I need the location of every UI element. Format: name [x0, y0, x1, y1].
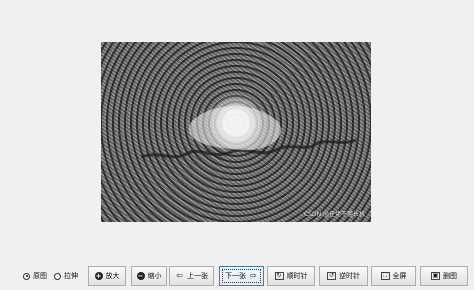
radio-unchecked-icon — [54, 272, 61, 280]
previous-image-button[interactable]: ⇦ 上一张 — [169, 266, 214, 286]
view-mode-original-radio[interactable]: 原图 — [23, 271, 47, 281]
river-overlay — [140, 105, 357, 159]
plus-circle-icon: + — [94, 271, 103, 280]
rotate-clockwise-button[interactable]: ↻ 顺时针 — [267, 266, 315, 286]
view-mode-stretch-label: 拉伸 — [64, 272, 78, 280]
rotate-cw-icon: ↻ — [274, 272, 284, 280]
last-action-button[interactable]: ▣ 删图 — [420, 266, 468, 286]
fullscreen-icon: ⛶ — [380, 272, 390, 280]
next-image-button[interactable]: 下一张 ⇨ — [219, 266, 264, 286]
zoom-in-label: 放大 — [105, 272, 120, 280]
next-image-label: 下一张 — [225, 272, 246, 280]
arrow-left-icon: ⇦ — [176, 271, 183, 280]
radio-checked-icon — [23, 272, 30, 280]
last-action-label: 删图 — [443, 272, 457, 280]
rotate-ccw-icon: ↺ — [327, 272, 336, 280]
image-icon: ▣ — [431, 272, 440, 280]
fullscreen-button[interactable]: ⛶ 全屏 — [371, 266, 416, 286]
fullscreen-label: 全屏 — [392, 272, 407, 280]
minus-circle-icon: − — [136, 271, 145, 280]
image-watermark: CSDN @任佬不擅长机 — [303, 211, 365, 218]
arrow-right-icon: ⇨ — [250, 271, 257, 280]
zoom-out-button[interactable]: − 缩小 — [131, 266, 167, 286]
displayed-image: CSDN @任佬不擅长机 — [101, 42, 371, 222]
view-mode-original-label: 原图 — [33, 272, 47, 280]
view-mode-stretch-radio[interactable]: 拉伸 — [54, 271, 78, 281]
zoom-in-button[interactable]: + 放大 — [88, 266, 126, 286]
previous-image-label: 上一张 — [187, 272, 208, 280]
bottom-toolbar: 原图 拉伸 + 放大 − 缩小 ⇦ 上一张 下一张 ⇨ ↻ 顺时针 ↺ 逆时针 … — [0, 262, 474, 290]
rotate-counterclockwise-button[interactable]: ↺ 逆时针 — [319, 266, 368, 286]
rotate-clockwise-label: 顺时针 — [286, 272, 308, 280]
zoom-out-label: 缩小 — [147, 272, 162, 280]
image-viewer: CSDN @任佬不擅长机 — [0, 0, 474, 262]
rotate-counterclockwise-label: 逆时针 — [339, 272, 360, 280]
